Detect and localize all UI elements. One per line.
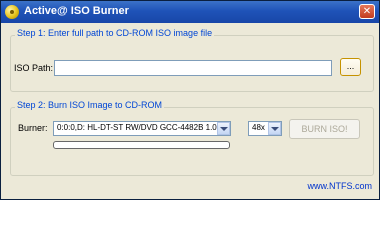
client-area: Step 1: Enter full path to CD-ROM ISO im… <box>4 23 376 198</box>
browse-button[interactable]: ... <box>340 58 361 76</box>
step2-title: Step 2: Burn ISO Image to CD-ROM <box>15 100 165 110</box>
chevron-down-icon[interactable] <box>268 122 281 135</box>
website-link[interactable]: www.NTFS.com <box>307 181 372 191</box>
iso-path-label: ISO Path: <box>14 63 54 73</box>
app-window: Active@ ISO Burner ✕ Step 1: Enter full … <box>0 0 380 200</box>
burn-progress-bar <box>53 141 230 149</box>
title-bar[interactable]: Active@ ISO Burner ✕ <box>1 1 379 23</box>
window-title: Active@ ISO Burner <box>24 5 129 17</box>
burn-iso-button[interactable]: BURN ISO! <box>289 119 360 139</box>
burner-select-value: 0:0:0,D: HL-DT-ST RW/DVD GCC-4482B 1.01 <box>57 123 222 132</box>
burner-select[interactable]: 0:0:0,D: HL-DT-ST RW/DVD GCC-4482B 1.01 <box>53 121 231 136</box>
iso-path-input[interactable] <box>54 60 332 76</box>
step1-title: Step 1: Enter full path to CD-ROM ISO im… <box>15 28 215 38</box>
close-icon: ✕ <box>362 6 372 17</box>
app-disc-icon <box>5 5 19 19</box>
speed-select-value: 48x <box>252 123 265 132</box>
chevron-down-icon[interactable] <box>217 122 230 135</box>
close-button[interactable]: ✕ <box>359 4 375 19</box>
speed-select[interactable]: 48x <box>248 121 282 136</box>
burner-label: Burner: <box>18 123 48 133</box>
